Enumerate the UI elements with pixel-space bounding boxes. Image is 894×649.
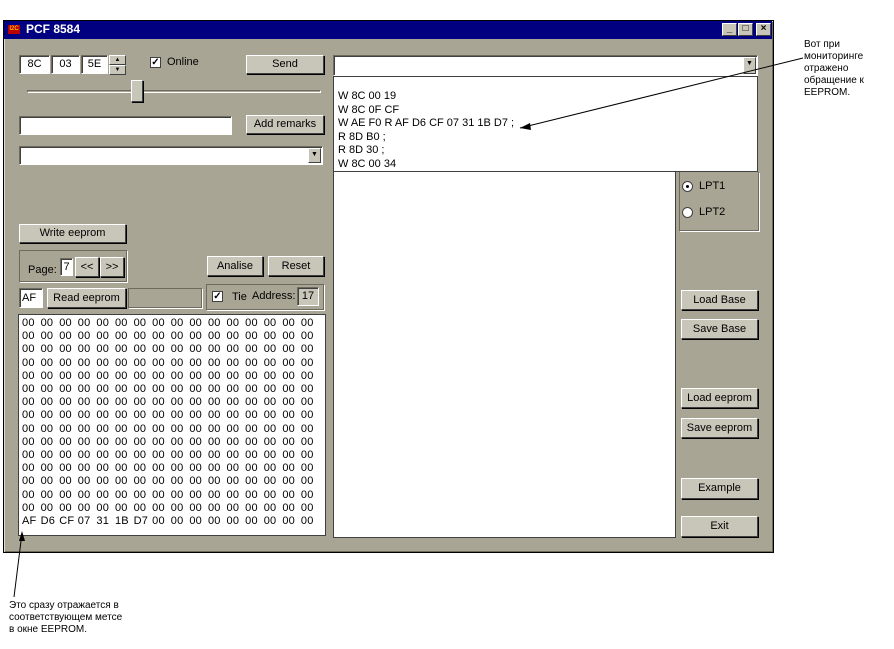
arrow-to-log bbox=[519, 57, 804, 129]
arrowhead-icon bbox=[19, 531, 25, 541]
annotation-arrows bbox=[13, 57, 804, 598]
arrow-to-grid bbox=[13, 532, 23, 598]
arrowhead-icon bbox=[520, 123, 531, 130]
